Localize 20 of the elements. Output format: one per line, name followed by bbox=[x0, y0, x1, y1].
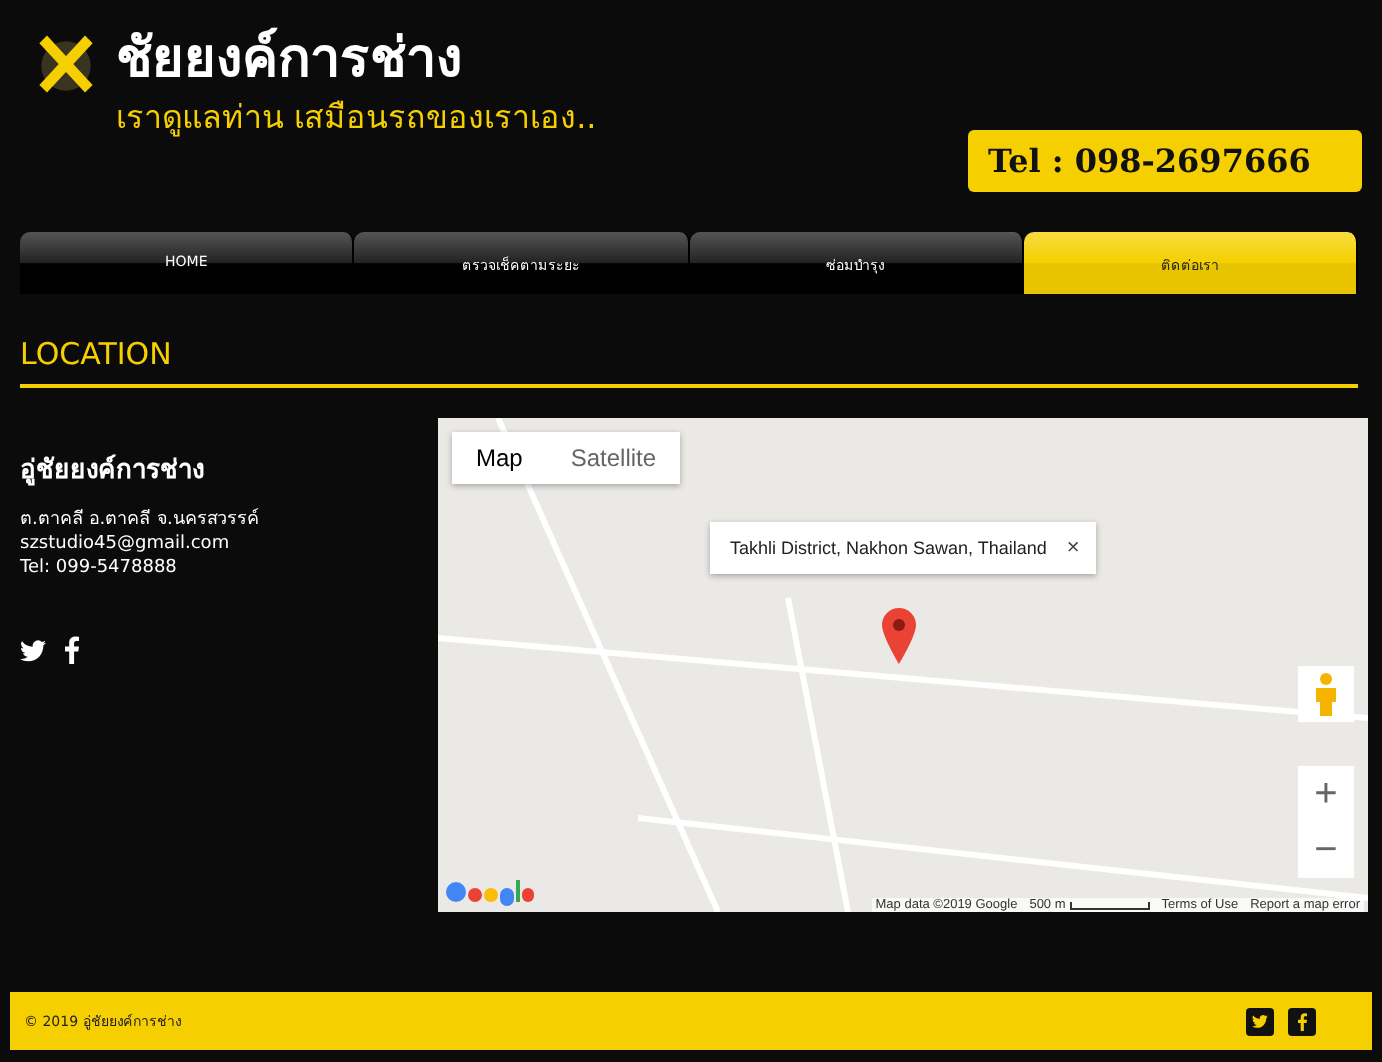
map-type-button[interactable]: Satellite bbox=[546, 432, 681, 484]
location-label: Takhli District, Nakhon Sawan, Thailand bbox=[730, 538, 1047, 558]
business-name: อู่ชัยยงค์การช่าง bbox=[20, 452, 206, 490]
twitter-icon[interactable] bbox=[1246, 1007, 1274, 1035]
close-button[interactable]: × bbox=[1066, 536, 1080, 560]
phone-banner: Tel : 098-2697666 bbox=[968, 130, 1362, 192]
logo-icon bbox=[446, 878, 534, 906]
address-text: ต.ตาคลี อ.ตาคลี จ.นครสวรรค์ bbox=[20, 508, 261, 532]
site-tagline: เราดูแลท่าน เสมือนรถของเราเอง.. bbox=[116, 98, 597, 138]
facebook-icon[interactable] bbox=[1288, 1007, 1316, 1035]
facebook-icon[interactable] bbox=[64, 636, 80, 664]
twitter-icon[interactable] bbox=[20, 639, 46, 661]
site-title: ชัยยงค์การช่าง bbox=[116, 25, 464, 94]
map-pin-icon bbox=[882, 608, 916, 664]
email-text: szstudio45@gmail.com bbox=[20, 532, 232, 556]
person-icon bbox=[1314, 672, 1338, 716]
phone-text: Tel: 099-5478888 bbox=[20, 556, 179, 580]
section-heading: LOCATION bbox=[20, 336, 1358, 388]
scale-bar bbox=[1069, 901, 1150, 909]
map-type-button[interactable]: Map bbox=[452, 432, 547, 484]
